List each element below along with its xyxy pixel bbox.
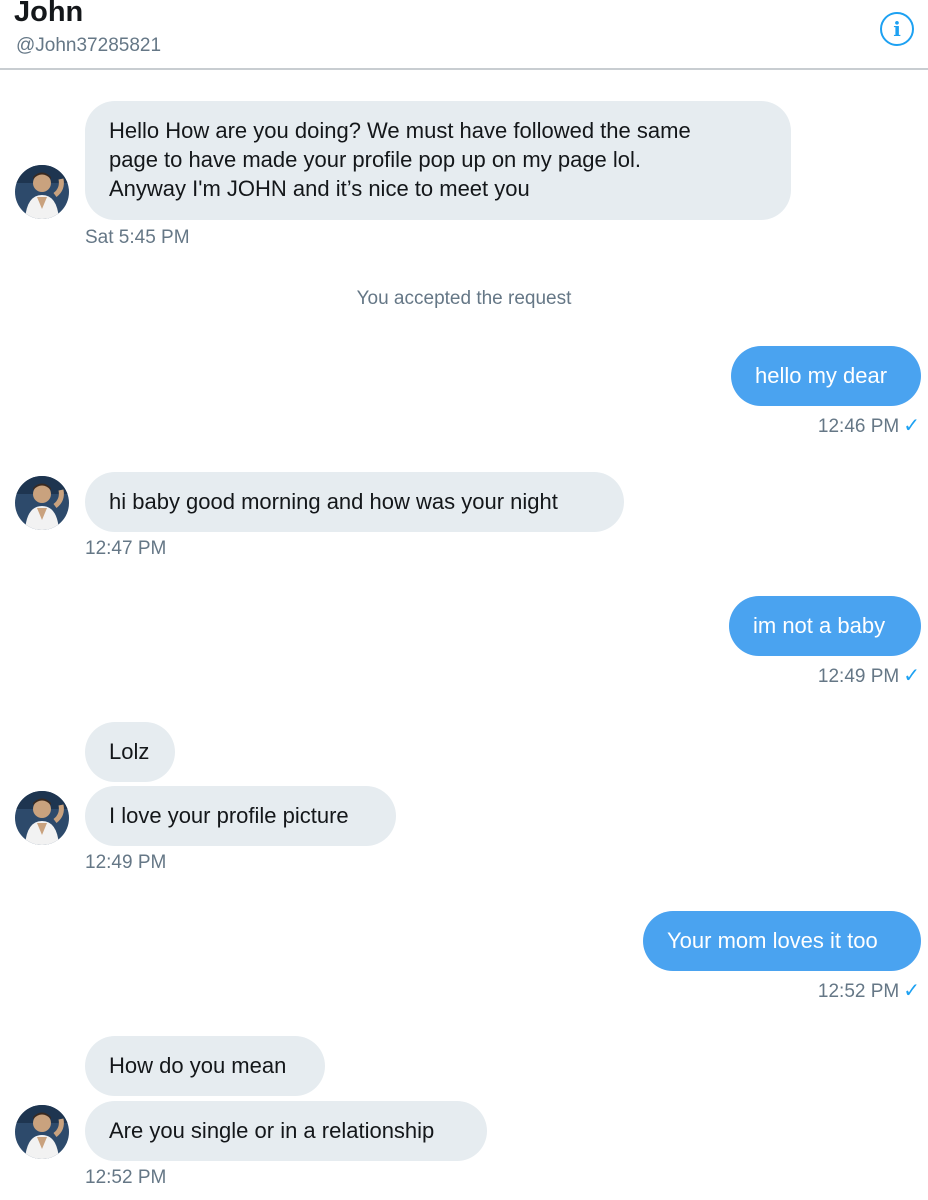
conversation-header: John @John37285821 i bbox=[0, 0, 928, 70]
check-icon: ✓ bbox=[903, 665, 920, 687]
message-timestamp: Sat 5:45 PM bbox=[85, 227, 190, 248]
contact-handle[interactable]: @John37285821 bbox=[16, 35, 161, 57]
avatar[interactable] bbox=[15, 1105, 69, 1159]
check-icon: ✓ bbox=[903, 415, 920, 437]
message-timestamp: 12:52 PM bbox=[85, 1167, 167, 1188]
info-glyph: i bbox=[893, 17, 901, 41]
outgoing-message[interactable]: hello my dear bbox=[731, 346, 921, 406]
incoming-message[interactable]: Are you single or in a relationship bbox=[85, 1101, 487, 1161]
message-timestamp-sent: 12:46 PM ✓ bbox=[700, 413, 920, 438]
check-icon: ✓ bbox=[903, 980, 920, 1002]
avatar[interactable] bbox=[15, 791, 69, 845]
message-timestamp-sent: 12:52 PM ✓ bbox=[700, 978, 920, 1003]
contact-name[interactable]: John bbox=[14, 0, 83, 29]
timestamp-text: 12:49 PM bbox=[817, 666, 900, 687]
system-note: You accepted the request bbox=[356, 288, 572, 309]
incoming-message[interactable]: Hello How are you doing? We must have fo… bbox=[85, 101, 791, 220]
message-timestamp: 12:49 PM bbox=[85, 852, 167, 873]
outgoing-message[interactable]: Your mom loves it too bbox=[643, 911, 921, 971]
timestamp-text: 12:46 PM bbox=[817, 416, 900, 437]
info-icon[interactable]: i bbox=[880, 12, 914, 46]
timestamp-text: 12:52 PM bbox=[817, 981, 900, 1002]
avatar[interactable] bbox=[15, 476, 69, 530]
message-timestamp: 12:47 PM bbox=[85, 538, 167, 559]
avatar[interactable] bbox=[15, 165, 69, 219]
outgoing-message[interactable]: im not a baby bbox=[729, 596, 921, 656]
incoming-message[interactable]: How do you mean bbox=[85, 1036, 325, 1096]
message-timestamp-sent: 12:49 PM ✓ bbox=[700, 663, 920, 688]
incoming-message[interactable]: hi baby good morning and how was your ni… bbox=[85, 472, 624, 532]
incoming-message[interactable]: Lolz bbox=[85, 722, 175, 782]
incoming-message[interactable]: I love your profile picture bbox=[85, 786, 396, 846]
